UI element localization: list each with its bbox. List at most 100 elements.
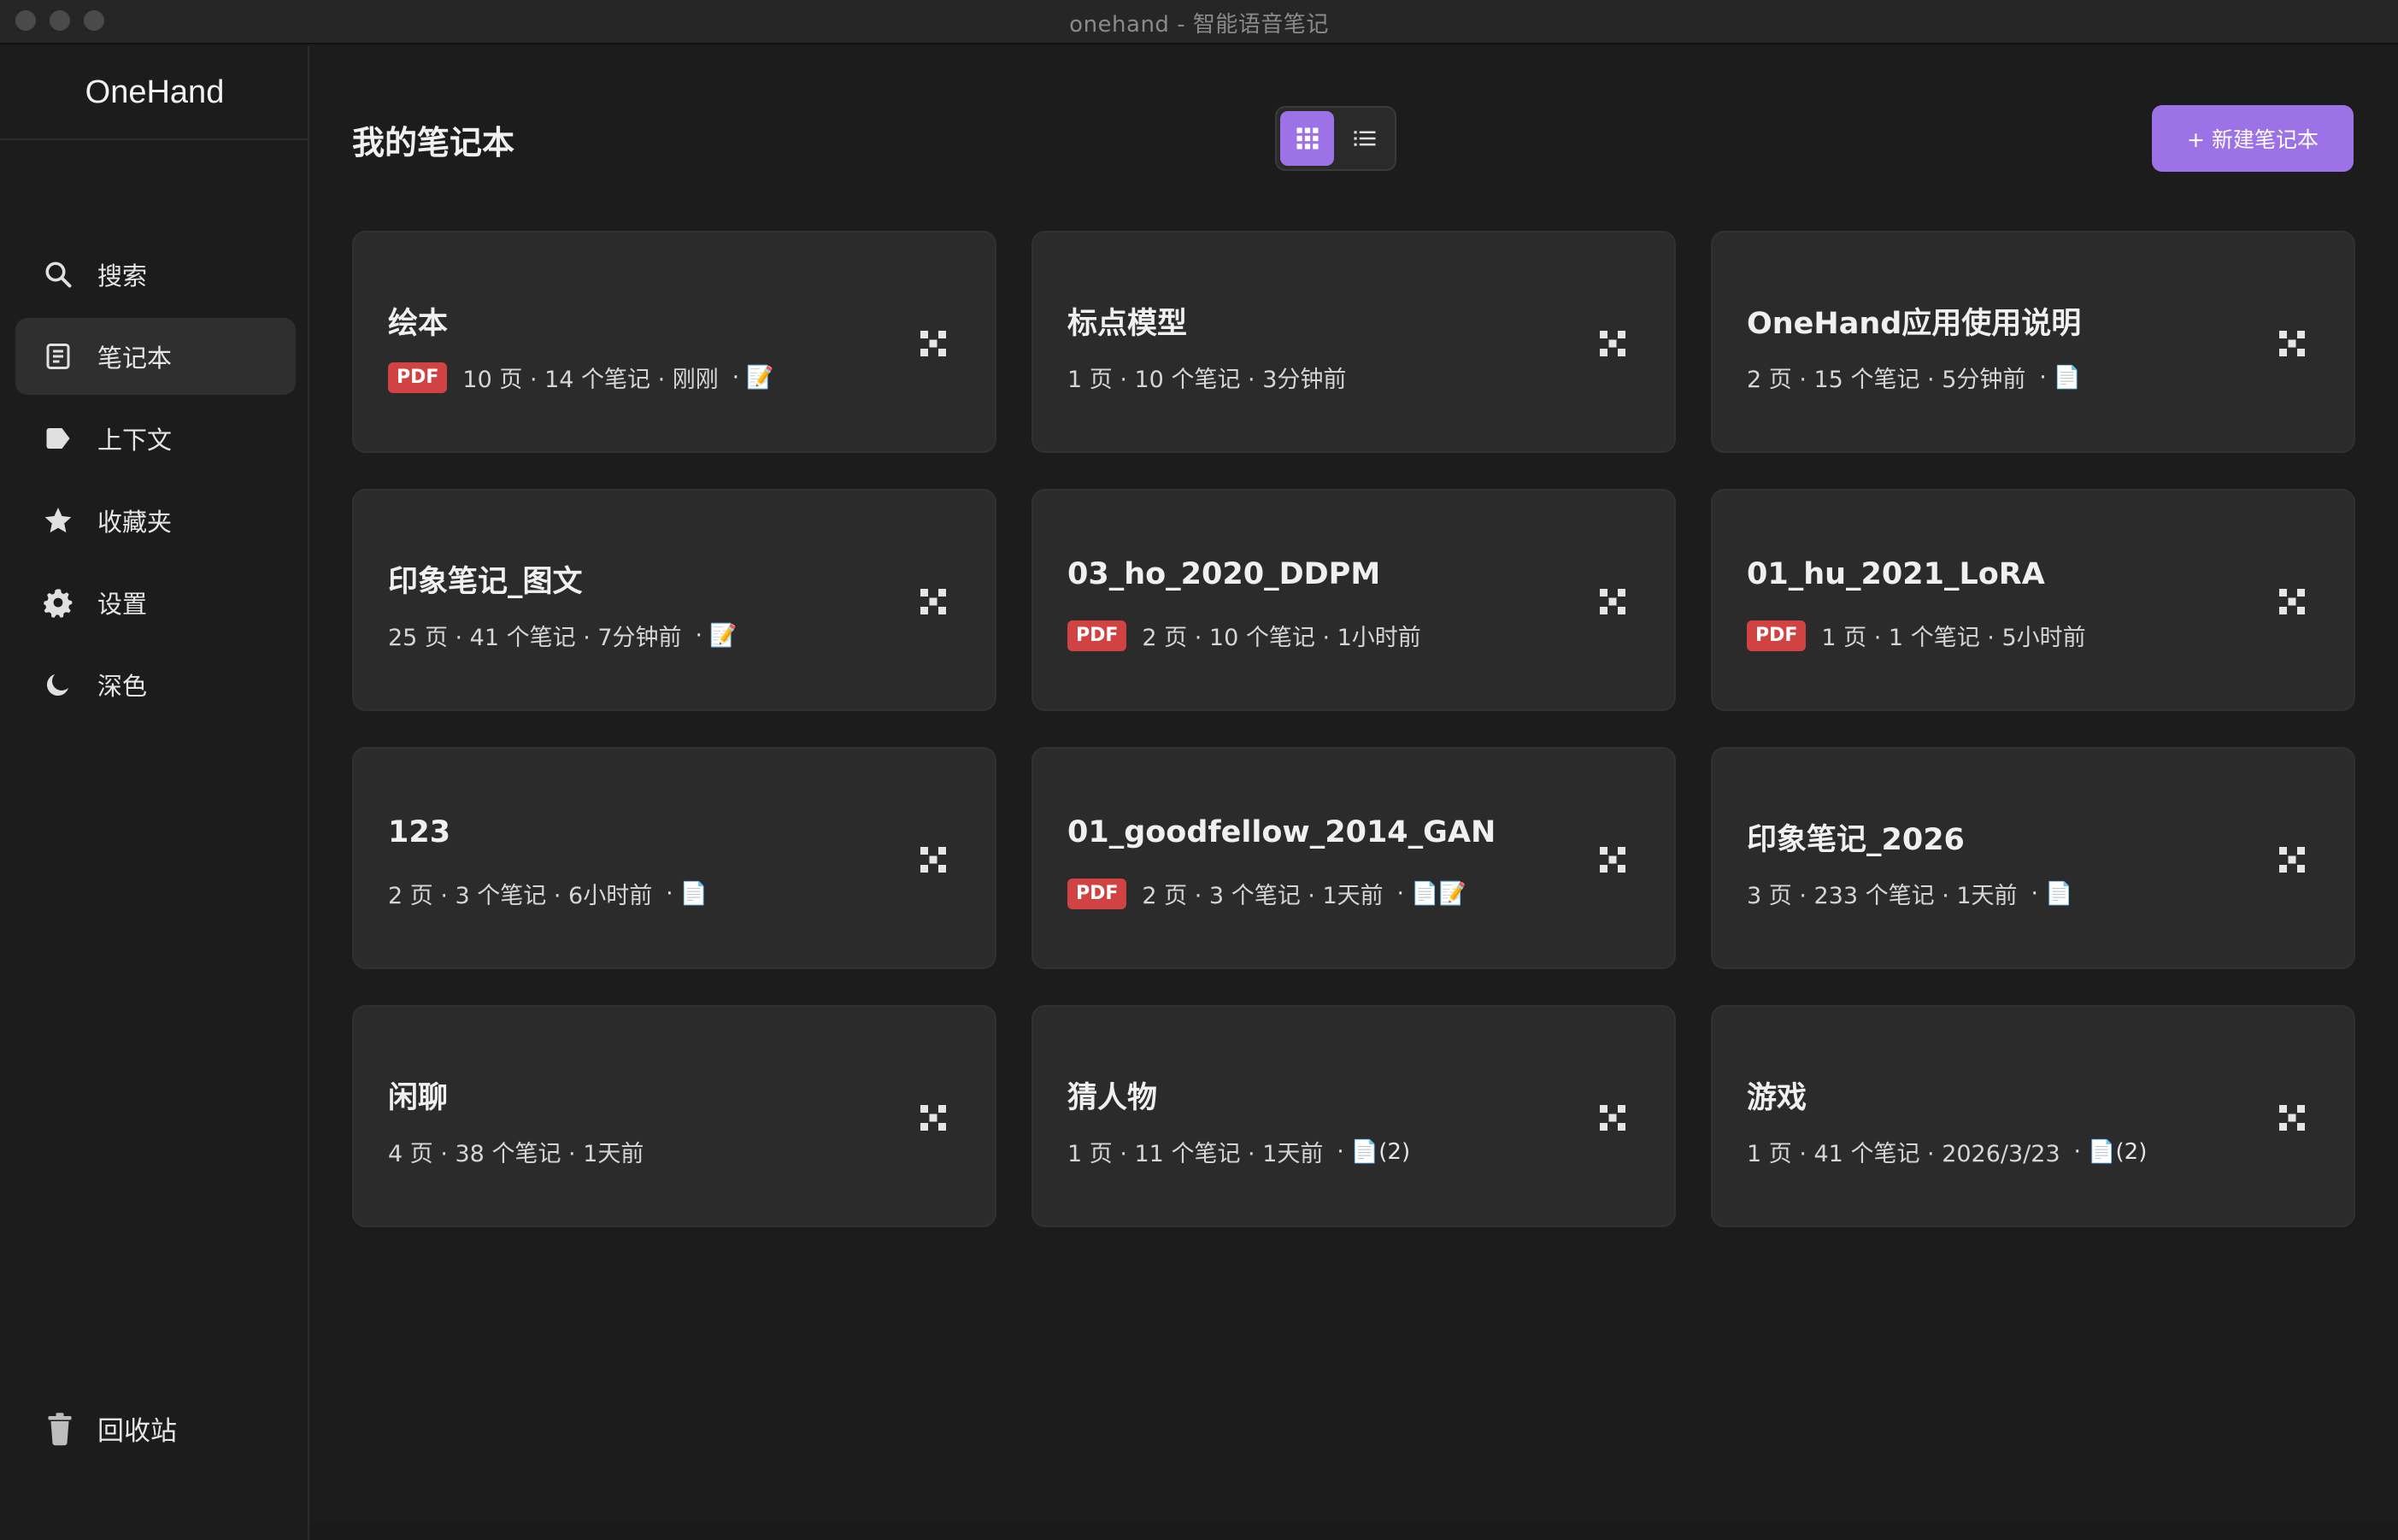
notebook-stats: 1 页 · 10 个笔记 · 3分钟前 — [1067, 367, 1347, 393]
notebook-stats: 2 页 · 3 个笔记 · 1天前 — [1142, 883, 1384, 909]
notebook-stats: 1 页 · 1 个笔记 · 5小时前 — [1821, 625, 2086, 651]
new-notebook-button[interactable]: + 新建笔记本 — [2152, 105, 2354, 172]
list-view-button[interactable] — [1337, 111, 1391, 166]
mindmap-icon[interactable] — [2277, 586, 2307, 617]
pdf-badge: PDF — [1747, 620, 1807, 651]
mindmap-icon[interactable] — [2277, 844, 2307, 875]
gear-icon — [43, 587, 73, 618]
notebook-stats: 3 页 · 233 个笔记 · 1天前 — [1747, 883, 2018, 909]
notebook-meta: PDF 2 页 · 10 个笔记 · 1小时前 — [1067, 619, 1421, 652]
notebook-title: 绘本 — [388, 307, 449, 341]
trash-label: 回收站 — [97, 1416, 177, 1447]
notebook-grid: 绘本 PDF 10 页 · 14 个笔记 · 刚刚 · 📝 标点模型 1 页 · 10 个… — [352, 231, 2355, 1227]
notebook-card[interactable]: 猜人物 1 页 · 11 个笔记 · 1天前 · 📄(2) — [1031, 1005, 1676, 1227]
notebook-card[interactable]: 闲聊 4 页 · 38 个笔记 · 1天前 — [352, 1005, 996, 1227]
attachment-icons: · 📄 — [2039, 364, 2082, 391]
moon-icon — [43, 669, 73, 700]
main-content: 我的笔记本 + 新建笔记本 绘本 PDF 10 页 · 14 个笔记 · 刚刚 · 📝… — [311, 46, 2398, 1540]
mindmap-icon[interactable] — [1597, 844, 1628, 875]
notebook-title: 猜人物 — [1067, 1081, 1158, 1115]
bottom-strip — [311, 1523, 2398, 1540]
notebook-meta: 2 页 · 3 个笔记 · 6小时前 · 📄 — [388, 877, 708, 910]
sidebar-item-search[interactable]: 搜索 — [15, 236, 296, 313]
app-window: onehand - 智能语音笔记 OneHand 搜索笔记本上下文收藏夹设置深色… — [0, 0, 2398, 1540]
notebook-card[interactable]: 123 2 页 · 3 个笔记 · 6小时前 · 📄 — [352, 747, 996, 969]
grid-view-button[interactable] — [1280, 111, 1334, 166]
notebook-title: OneHand应用使用说明 — [1747, 307, 2082, 341]
sidebar-item-moon[interactable]: 深色 — [15, 646, 296, 723]
sidebar-item-tag[interactable]: 上下文 — [15, 400, 296, 477]
notebook-title: 印象笔记_图文 — [388, 565, 583, 599]
title-bar: onehand - 智能语音笔记 — [0, 0, 2398, 44]
sidebar-item-trash[interactable]: 回收站 — [44, 1409, 177, 1448]
notebook-card[interactable]: 印象笔记_2026 3 页 · 233 个笔记 · 1天前 · 📄 — [1711, 747, 2355, 969]
notebook-meta: 1 页 · 11 个笔记 · 1天前 · 📄(2) — [1067, 1135, 1410, 1168]
notebook-card[interactable]: 游戏 1 页 · 41 个笔记 · 2026/3/23 · 📄(2) — [1711, 1005, 2355, 1227]
notebook-card[interactable]: 03_ho_2020_DDPM PDF 2 页 · 10 个笔记 · 1小时前 — [1031, 489, 1676, 711]
mindmap-icon[interactable] — [1597, 1102, 1628, 1133]
mindmap-icon[interactable] — [918, 844, 949, 875]
notebook-stats: 4 页 · 38 个笔记 · 1天前 — [388, 1141, 644, 1167]
mindmap-icon[interactable] — [2277, 1102, 2307, 1133]
attachment-icons: · 📝 — [695, 622, 738, 649]
notebook-title: 印象笔记_2026 — [1747, 823, 1965, 857]
notebook-stats: 10 页 · 14 个笔记 · 刚刚 — [462, 367, 719, 393]
tag-icon — [43, 423, 73, 454]
search-icon — [43, 259, 73, 290]
notebook-card[interactable]: 01_goodfellow_2014_GAN PDF 2 页 · 3 个笔记 · 1… — [1031, 747, 1676, 969]
mindmap-icon[interactable] — [918, 586, 949, 617]
notebook-card[interactable]: 印象笔记_图文 25 页 · 41 个笔记 · 7分钟前 · 📝 — [352, 489, 996, 711]
mindmap-icon[interactable] — [918, 1102, 949, 1133]
page-title: 我的笔记本 — [352, 124, 515, 162]
notebook-card[interactable]: OneHand应用使用说明 2 页 · 15 个笔记 · 5分钟前 · 📄 — [1711, 231, 2355, 453]
notebook-meta: 1 页 · 10 个笔记 · 3分钟前 — [1067, 361, 1346, 394]
attachment-icons: · 📄(2) — [1337, 1138, 1411, 1165]
notebook-stats: 1 页 · 11 个笔记 · 1天前 — [1067, 1141, 1324, 1167]
notebook-title: 123 — [388, 815, 451, 849]
notebook-title: 标点模型 — [1067, 307, 1188, 341]
sidebar-item-notebook[interactable]: 笔记本 — [15, 318, 296, 395]
notebook-stats: 25 页 · 41 个笔记 · 7分钟前 — [388, 625, 682, 651]
sidebar-item-label: 上下文 — [97, 426, 173, 455]
attachment-icons: · 📄 — [2031, 880, 2073, 907]
sidebar-item-gear[interactable]: 设置 — [15, 564, 296, 641]
notebook-title: 闲聊 — [388, 1081, 449, 1115]
star-icon — [43, 505, 73, 536]
notebook-meta: PDF 10 页 · 14 个笔记 · 刚刚 · 📝 — [388, 361, 774, 394]
mindmap-icon[interactable] — [918, 328, 949, 359]
notebook-title: 游戏 — [1747, 1081, 1807, 1115]
sidebar-item-star[interactable]: 收藏夹 — [15, 482, 296, 559]
grid-icon — [1296, 127, 1318, 150]
notebook-icon — [43, 341, 73, 372]
notebook-card[interactable]: 标点模型 1 页 · 10 个笔记 · 3分钟前 — [1031, 231, 1676, 453]
sidebar-item-label: 笔记本 — [97, 344, 173, 373]
notebook-meta: 25 页 · 41 个笔记 · 7分钟前 · 📝 — [388, 619, 737, 652]
sidebar: OneHand 搜索笔记本上下文收藏夹设置深色 回收站 — [0, 46, 309, 1540]
notebook-card[interactable]: 绘本 PDF 10 页 · 14 个笔记 · 刚刚 · 📝 — [352, 231, 996, 453]
notebook-meta: 2 页 · 15 个笔记 · 5分钟前 · 📄 — [1747, 361, 2081, 394]
mindmap-icon[interactable] — [1597, 586, 1628, 617]
notebook-stats: 2 页 · 3 个笔记 · 6小时前 — [388, 883, 653, 909]
window-title: onehand - 智能语音笔记 — [1069, 12, 1329, 38]
notebook-meta: PDF 1 页 · 1 个笔记 · 5小时前 — [1747, 619, 2086, 652]
notebook-title: 03_ho_2020_DDPM — [1067, 557, 1381, 591]
notebook-meta: 1 页 · 41 个笔记 · 2026/3/23 · 📄(2) — [1747, 1135, 2147, 1168]
app-brand: OneHand — [0, 46, 309, 140]
notebook-card[interactable]: 01_hu_2021_LoRA PDF 1 页 · 1 个笔记 · 5小时前 — [1711, 489, 2355, 711]
view-mode-toggle — [1275, 106, 1396, 171]
notebook-meta: PDF 2 页 · 3 个笔记 · 1天前 · 📄📝 — [1067, 877, 1466, 910]
pdf-badge: PDF — [388, 361, 448, 393]
trash-icon — [44, 1412, 75, 1446]
sidebar-item-label: 设置 — [97, 590, 148, 619]
notebook-title: 01_hu_2021_LoRA — [1747, 557, 2045, 591]
sidebar-item-label: 收藏夹 — [97, 508, 173, 537]
mindmap-icon[interactable] — [2277, 328, 2307, 359]
pdf-badge: PDF — [1067, 620, 1127, 651]
notebook-stats: 2 页 · 10 个笔记 · 1小时前 — [1142, 625, 1421, 651]
sidebar-item-label: 深色 — [97, 672, 148, 701]
notebook-title: 01_goodfellow_2014_GAN — [1067, 815, 1496, 849]
sidebar-nav: 搜索笔记本上下文收藏夹设置深色 — [15, 236, 296, 728]
attachment-icons: · 📝 — [732, 364, 774, 391]
mindmap-icon[interactable] — [1597, 328, 1628, 359]
attachment-icons: · 📄 — [666, 880, 708, 907]
